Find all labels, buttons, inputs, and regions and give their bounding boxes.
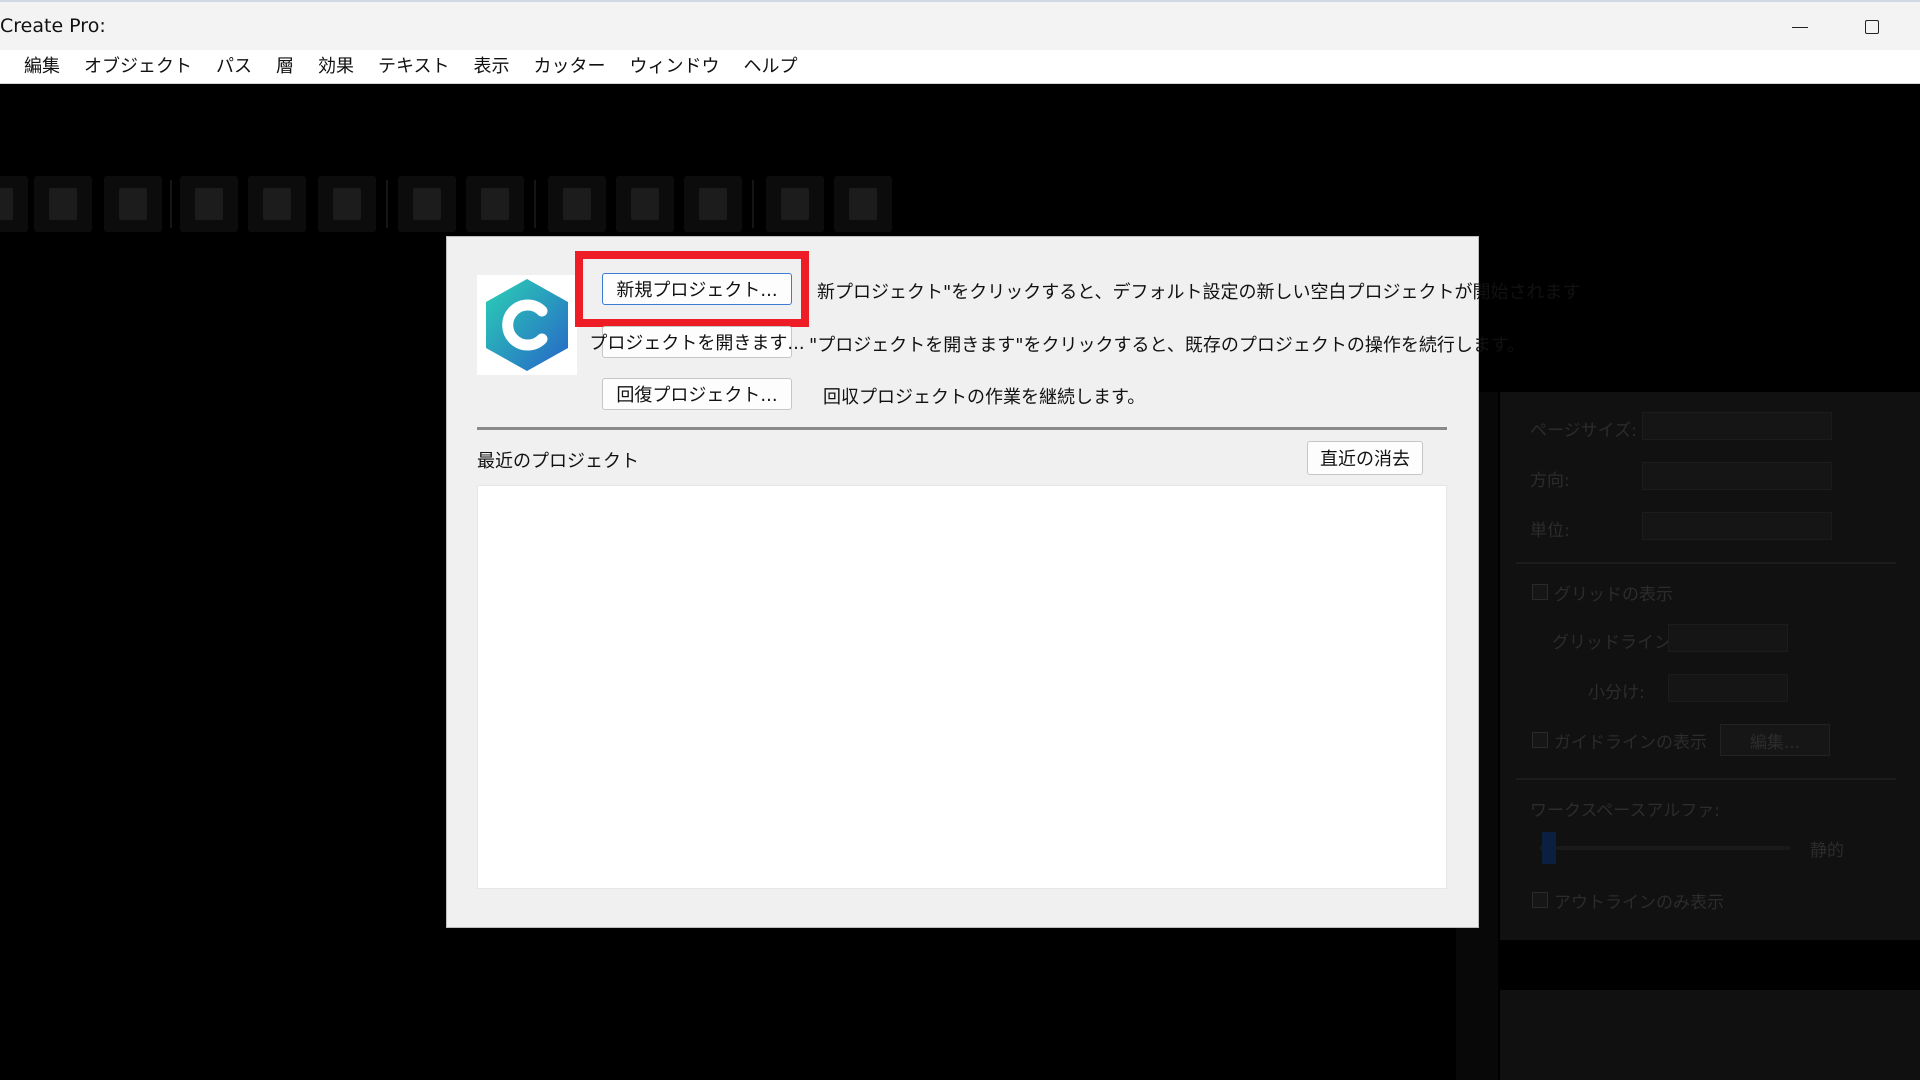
toolbar-separator: [752, 180, 754, 228]
toolbar-curve-button[interactable]: [616, 176, 674, 232]
guides-edit-button[interactable]: 編集...: [1720, 724, 1830, 756]
toolbar-star-button[interactable]: [684, 176, 742, 232]
show-guides-label: ガイドラインの表示: [1554, 733, 1707, 753]
copy-icon: [195, 188, 223, 220]
menu-layer[interactable]: 層: [264, 50, 306, 84]
maximize-icon: [1865, 20, 1879, 34]
toolbar-separator: [170, 180, 172, 228]
workspace-alpha-slider[interactable]: [1540, 846, 1790, 850]
toolbar: [0, 176, 900, 232]
unit-select[interactable]: [1642, 512, 1832, 540]
grid-line-label: グリッドライン:: [1552, 633, 1677, 653]
alpha-value-label: 静的: [1810, 841, 1844, 861]
menu-path[interactable]: パス: [204, 50, 264, 84]
unit-label: 単位:: [1530, 521, 1570, 541]
outline-only-checkbox[interactable]: [1532, 892, 1548, 908]
minimize-button[interactable]: [1764, 2, 1836, 52]
toolbar-clipboard-button[interactable]: [318, 176, 376, 232]
start-dialog: 新規プロジェクト... 新プロジェクト"をクリックすると、デフォルト設定の新しい…: [446, 236, 1581, 928]
open-project-description: "プロジェクトを開きます"をクリックすると、既存のプロジェクトの操作を続行します…: [809, 335, 1526, 356]
grid-line-spinner[interactable]: [1668, 624, 1788, 652]
open-icon: [49, 188, 77, 220]
pen-icon: [849, 188, 877, 220]
app-logo: [477, 275, 577, 375]
menu-help[interactable]: ヘルプ: [731, 50, 809, 84]
import-image-icon: [563, 188, 591, 220]
subdivision-spinner[interactable]: [1668, 674, 1788, 702]
menu-window[interactable]: ウィンドウ: [617, 50, 731, 84]
toolbar-copy-button[interactable]: [180, 176, 238, 232]
zoom-icon: [781, 188, 809, 220]
orientation-select[interactable]: [1642, 462, 1832, 490]
menu-cutter[interactable]: カッター: [521, 50, 617, 84]
minimize-icon: [1792, 26, 1808, 28]
undo-icon: [413, 188, 441, 220]
toolbar-pen-button[interactable]: [834, 176, 892, 232]
new-project-button[interactable]: 新規プロジェクト...: [602, 273, 792, 305]
outline-only-label: アウトラインのみ表示: [1554, 893, 1724, 913]
title-bar: Create Pro:: [0, 0, 1920, 50]
toolbar-save-button[interactable]: [104, 176, 162, 232]
dialog-divider: [477, 427, 1447, 430]
menu-object[interactable]: オブジェクト: [72, 50, 204, 84]
page-size-label: ページサイズ:: [1530, 421, 1637, 441]
new-file-icon: [0, 188, 13, 220]
maximize-button[interactable]: [1836, 2, 1908, 52]
menu-text[interactable]: テキスト: [366, 50, 461, 84]
workspace-alpha-label: ワークスペースアルファ:: [1530, 801, 1721, 821]
toolbar-separator: [534, 180, 536, 228]
toolbar-open-button[interactable]: [34, 176, 92, 232]
recent-projects-list[interactable]: [477, 485, 1447, 889]
panel-divider: [1516, 562, 1896, 564]
star-icon: [699, 188, 727, 220]
curve-icon: [631, 188, 659, 220]
toolbar-paste-button[interactable]: [248, 176, 306, 232]
show-grid-checkbox[interactable]: [1532, 584, 1548, 600]
menu-bar: 編集 オブジェクト パス 層 効果 テキスト 表示 カッター ウィンドウ ヘルプ: [0, 50, 1920, 84]
bottom-panel: [1500, 990, 1920, 1080]
menu-effects[interactable]: 効果: [306, 50, 366, 84]
clipboard-icon: [333, 188, 361, 220]
panel-divider: [1516, 778, 1896, 780]
new-project-description: 新プロジェクト"をクリックすると、デフォルト設定の新しい空白プロジェクトが開始さ…: [817, 282, 1581, 303]
show-grid-label: グリッドの表示: [1554, 585, 1673, 605]
toolbar-new-button[interactable]: [0, 176, 28, 232]
workspace-alpha-slider-thumb[interactable]: [1542, 832, 1556, 864]
paste-icon: [263, 188, 291, 220]
toolbar-zoom-button[interactable]: [766, 176, 824, 232]
subdivision-label: 小分け:: [1588, 683, 1645, 703]
properties-panel: ページサイズ: 方向: 単位: グリッドの表示 グリッドライン: 小分け: ガイ…: [1500, 392, 1920, 940]
menu-edit[interactable]: 編集: [0, 50, 72, 84]
orientation-label: 方向:: [1530, 471, 1570, 491]
page-size-select[interactable]: [1642, 412, 1832, 440]
toolbar-separator: [386, 180, 388, 228]
toolbar-import-image-button[interactable]: [548, 176, 606, 232]
toolbar-undo-button[interactable]: [398, 176, 456, 232]
open-project-button[interactable]: プロジェクトを開きます...: [589, 326, 805, 358]
recent-projects-label: 最近のプロジェクト: [477, 451, 639, 472]
recover-project-description: 回収プロジェクトの作業を継続します。: [823, 387, 1146, 408]
show-guides-checkbox[interactable]: [1532, 732, 1548, 748]
app-logo-icon: [486, 279, 568, 371]
recover-project-button[interactable]: 回復プロジェクト...: [602, 378, 792, 410]
clear-recent-button[interactable]: 直近の消去: [1307, 441, 1423, 475]
save-icon: [119, 188, 147, 220]
redo-icon: [481, 188, 509, 220]
app-title: Create Pro:: [0, 15, 106, 37]
menu-view[interactable]: 表示: [461, 50, 521, 84]
toolbar-redo-button[interactable]: [466, 176, 524, 232]
